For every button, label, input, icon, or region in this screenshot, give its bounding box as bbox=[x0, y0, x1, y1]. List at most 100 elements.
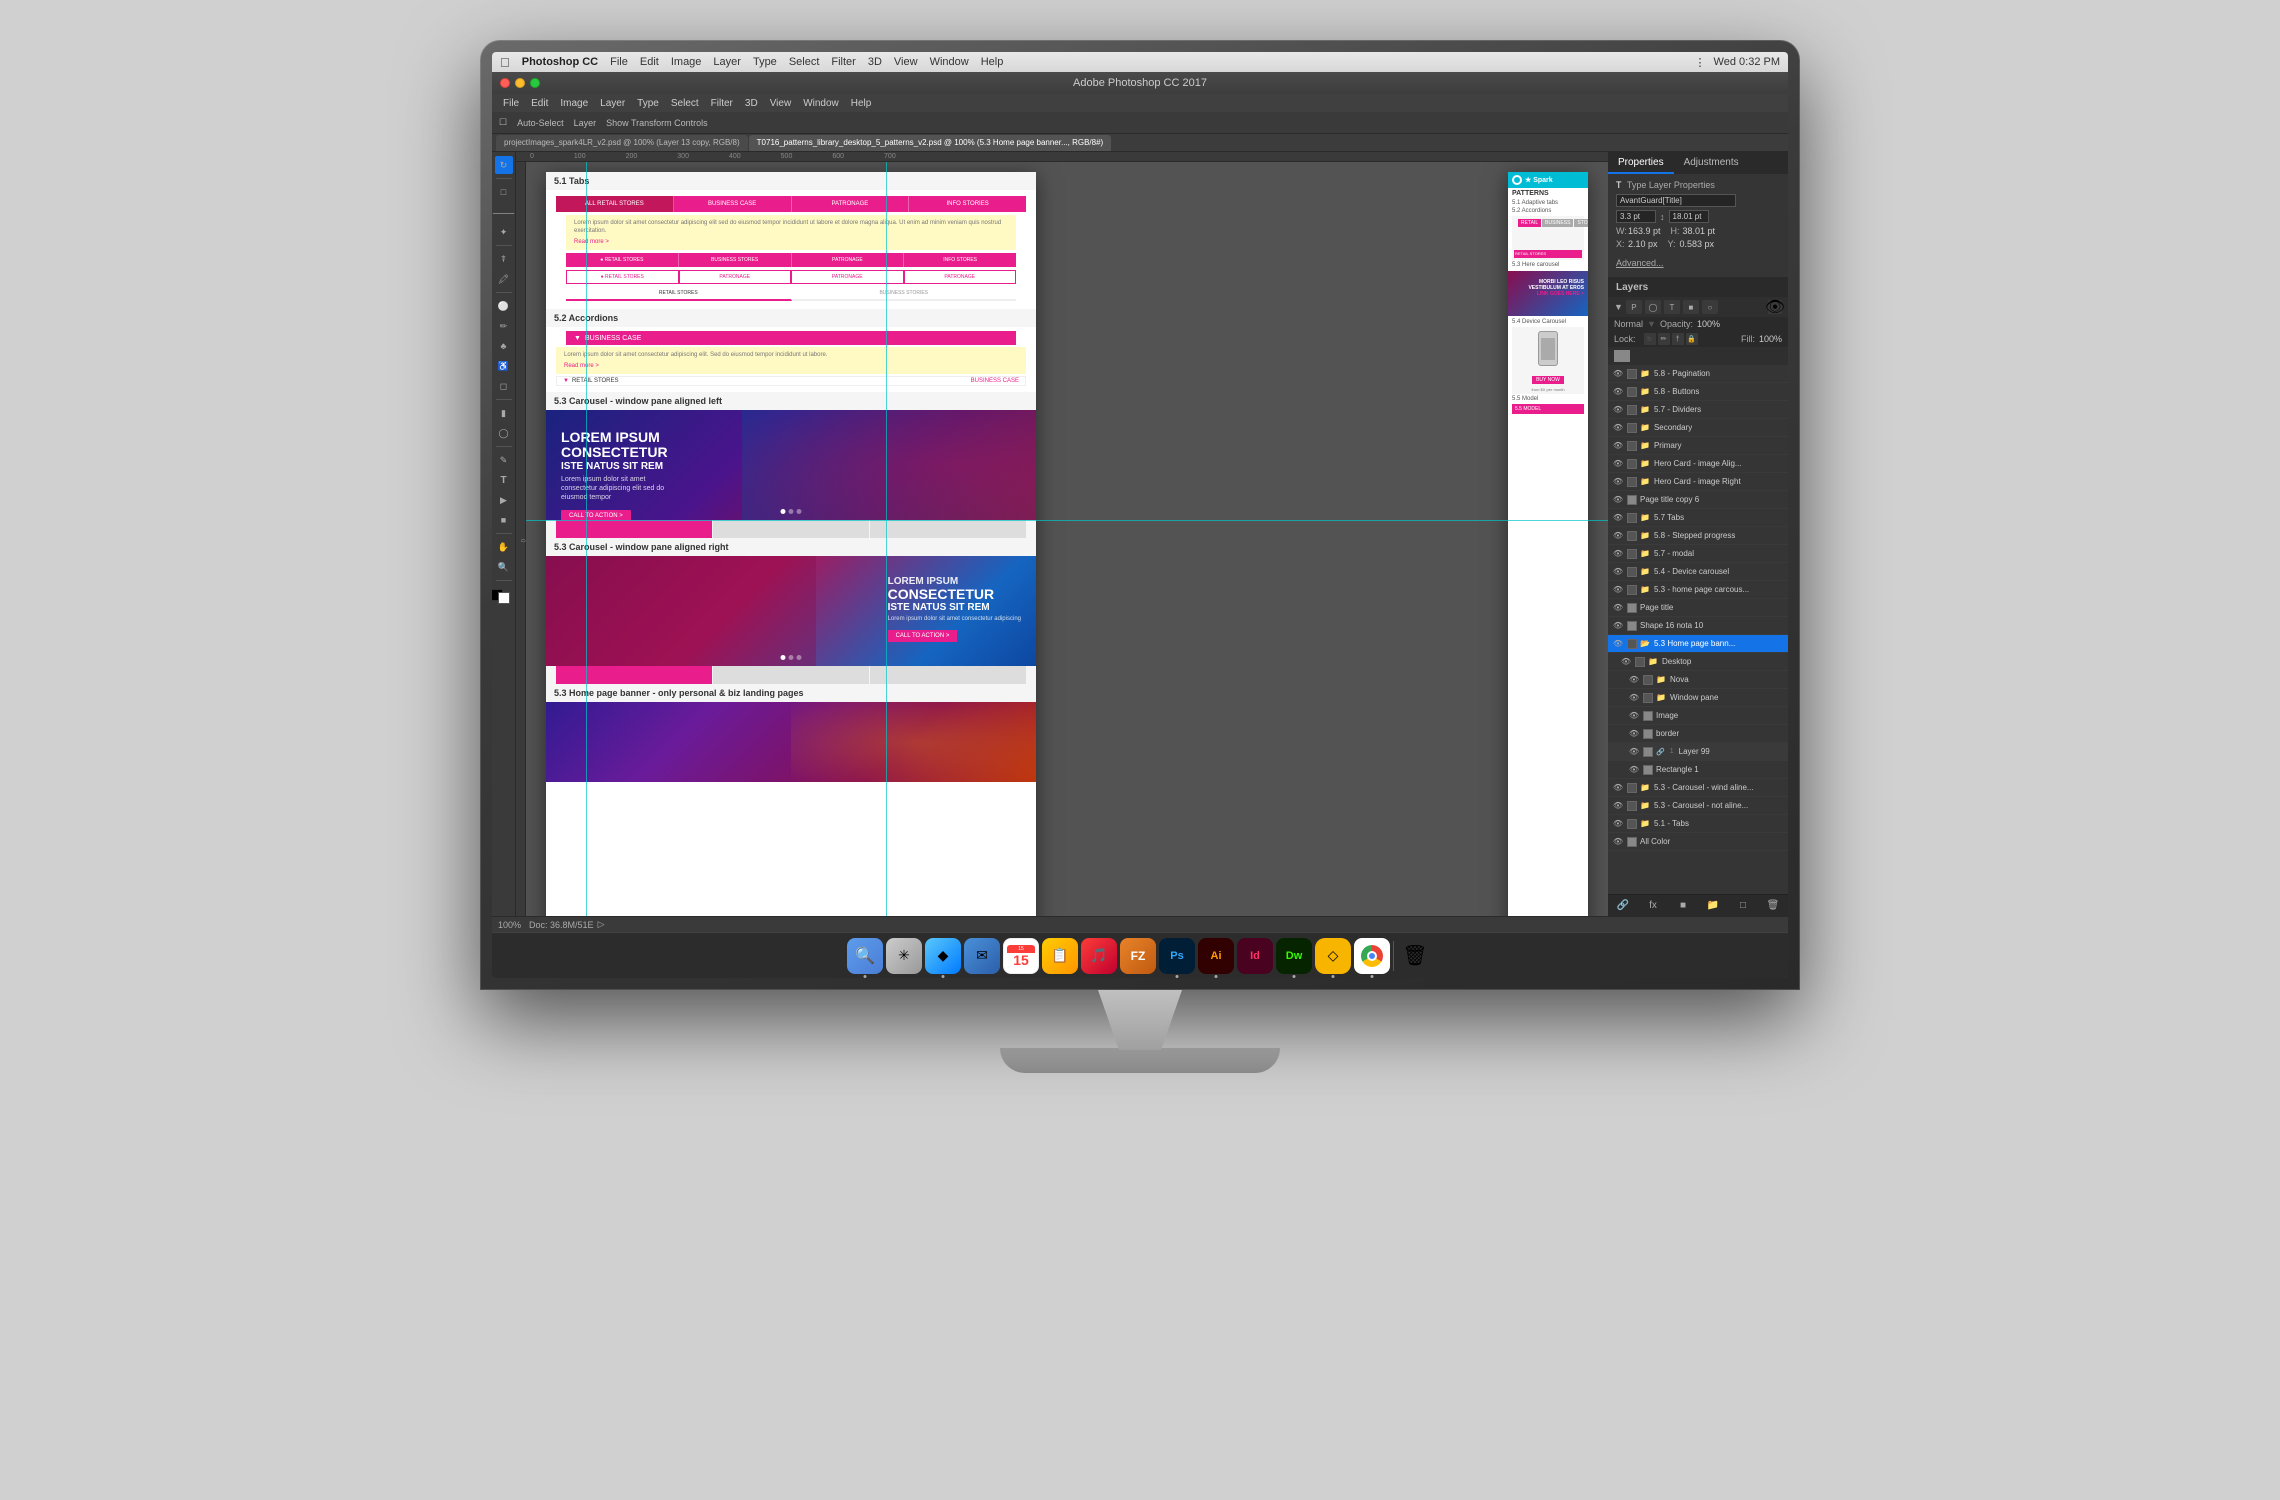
layer-53-wind-aline[interactable]: 👁 📁 5.3 - Carousel - wind aline... bbox=[1608, 779, 1788, 797]
lock-position-btn[interactable]: † bbox=[1672, 333, 1684, 345]
ps-canvas-area[interactable]: 0 100 200 300 400 500 600 700 bbox=[516, 152, 1608, 916]
layer-54-device[interactable]: 👁 📁 5.4 - Device carousel bbox=[1608, 563, 1788, 581]
tool-hand[interactable]: ✋ bbox=[495, 538, 513, 556]
leading-input[interactable] bbox=[1669, 210, 1709, 223]
dock-indesign[interactable]: Id bbox=[1237, 938, 1273, 974]
filter-type-btn[interactable]: T bbox=[1664, 300, 1680, 314]
dock-illustrator[interactable]: Ai bbox=[1198, 938, 1234, 974]
ps-menu-layer[interactable]: Layer bbox=[595, 94, 630, 112]
accordion-header-1[interactable]: ▼ BUSINESS CASE bbox=[566, 331, 1016, 345]
ps-menu-edit[interactable]: Edit bbox=[526, 94, 553, 112]
menu-select[interactable]: Select bbox=[789, 56, 820, 68]
layer-51-tabs[interactable]: 👁 📁 5.1 - Tabs bbox=[1608, 815, 1788, 833]
tool-wand[interactable]: ✦ bbox=[495, 223, 513, 241]
menu-image[interactable]: Image bbox=[671, 56, 702, 68]
minimize-button[interactable] bbox=[515, 78, 525, 88]
menu-file[interactable]: File bbox=[610, 56, 628, 68]
ps-menu-select[interactable]: Select bbox=[666, 94, 704, 112]
layer-dividers[interactable]: 👁 📁 5.7 - Dividers bbox=[1608, 401, 1788, 419]
ps-menu-window[interactable]: Window bbox=[798, 94, 844, 112]
layer-nova[interactable]: 👁 📁 Nova bbox=[1608, 671, 1788, 689]
ps-menu-help[interactable]: Help bbox=[846, 94, 877, 112]
layer-99[interactable]: 👁 🔗 1 Layer 99 bbox=[1608, 743, 1788, 761]
canvas-scroll-area[interactable]: 5.1 Tabs ALL RETAIL STORES BUSINESS CASE bbox=[526, 162, 1608, 916]
layer-rect1[interactable]: 👁 Rectangle 1 bbox=[1608, 761, 1788, 779]
dock-photoshop[interactable]: Ps bbox=[1159, 938, 1195, 974]
opacity-value[interactable]: 100% bbox=[1697, 319, 1720, 329]
dock-dreamweaver[interactable]: Dw bbox=[1276, 938, 1312, 974]
ps-menu-filter[interactable]: Filter bbox=[706, 94, 738, 112]
font-input[interactable] bbox=[1616, 194, 1736, 207]
tab-patterns[interactable]: T0716_patterns_library_desktop_5_pattern… bbox=[749, 135, 1112, 151]
tool-crop[interactable]: ⍒ bbox=[495, 250, 513, 268]
ps-menu-file[interactable]: File bbox=[498, 94, 524, 112]
dock-safari[interactable]: ◆ bbox=[925, 938, 961, 974]
advanced-link[interactable]: Advanced... bbox=[1616, 258, 1664, 268]
menu-help[interactable]: Help bbox=[981, 56, 1004, 68]
apple-icon[interactable]:  bbox=[500, 55, 510, 70]
tool-zoom[interactable]: 🔍 bbox=[495, 558, 513, 576]
lock-image-btn[interactable]: ✏ bbox=[1658, 333, 1670, 345]
lock-all-btn[interactable]: 🔒 bbox=[1686, 333, 1698, 345]
tab-business[interactable]: BUSINESS CASE bbox=[674, 196, 792, 212]
tool-history[interactable]: ♿ bbox=[495, 357, 513, 375]
dock-finder[interactable]: 🔍 bbox=[847, 938, 883, 974]
fill-value[interactable]: 100% bbox=[1759, 334, 1782, 344]
layer-page-title[interactable]: 👁 Page title bbox=[1608, 599, 1788, 617]
layer-53-carousel[interactable]: 👁 📁 5.3 - home page carcous... bbox=[1608, 581, 1788, 599]
link-layers-btn[interactable]: 🔗 bbox=[1615, 898, 1631, 914]
background-color[interactable] bbox=[498, 592, 510, 604]
menu-layer[interactable]: Layer bbox=[713, 56, 741, 68]
tab-projectimages[interactable]: projectImages_spark4LR_v2.psd @ 100% (La… bbox=[496, 135, 748, 151]
delete-layer-btn[interactable]: 🗑 bbox=[1765, 898, 1781, 914]
carousel-cta-left[interactable]: CALL TO ACTION > bbox=[561, 510, 631, 520]
filter-adj-btn[interactable]: ◯ bbox=[1645, 300, 1661, 314]
layer-pagination[interactable]: 👁 📁 5.8 - Pagination bbox=[1608, 365, 1788, 383]
tool-clone[interactable]: ♣ bbox=[495, 337, 513, 355]
layer-57-tabs[interactable]: 👁 📁 5.7 Tabs bbox=[1608, 509, 1788, 527]
tab-all-retail[interactable]: ALL RETAIL STORES bbox=[556, 196, 674, 212]
dock-mail[interactable]: ✉ bbox=[964, 938, 1000, 974]
layer-border[interactable]: 👁 border bbox=[1608, 725, 1788, 743]
dock-notes[interactable]: 📋 bbox=[1042, 938, 1078, 974]
menu-window[interactable]: Window bbox=[930, 56, 969, 68]
layer-57-modal[interactable]: 👁 📁 5.7 - modal bbox=[1608, 545, 1788, 563]
layer-53-home-banner[interactable]: 👁 📂 5.3 Home page bann... bbox=[1608, 635, 1788, 653]
tool-eraser[interactable]: ◻ bbox=[495, 377, 513, 395]
new-group-btn[interactable]: 📁 bbox=[1705, 898, 1721, 914]
ps-menu-image[interactable]: Image bbox=[555, 94, 593, 112]
tab-info[interactable]: INFO STORIES bbox=[909, 196, 1026, 212]
filter-smart-btn[interactable]: ○ bbox=[1702, 300, 1718, 314]
close-button[interactable] bbox=[500, 78, 510, 88]
tool-brush[interactable]: ✏ bbox=[495, 317, 513, 335]
tool-gradient[interactable]: ▮ bbox=[495, 404, 513, 422]
menu-view[interactable]: View bbox=[894, 56, 918, 68]
layer-shape16[interactable]: 👁 Shape 16 nota 10 bbox=[1608, 617, 1788, 635]
layer-visibility-toggle[interactable]: 👁 bbox=[1768, 300, 1782, 314]
filter-shape-btn[interactable]: ■ bbox=[1683, 300, 1699, 314]
add-mask-btn[interactable]: ■ bbox=[1675, 898, 1691, 914]
layer-window-pane[interactable]: 👁 📁 Window pane bbox=[1608, 689, 1788, 707]
carousel-cta-right[interactable]: CALL TO ACTION > bbox=[888, 630, 958, 642]
new-layer-btn[interactable]: □ bbox=[1735, 898, 1751, 914]
layer-hero-card-alig[interactable]: 👁 📁 Hero Card - image Alig... bbox=[1608, 455, 1788, 473]
auto-select-text[interactable]: Auto-Select bbox=[514, 118, 567, 128]
tab-properties[interactable]: Properties bbox=[1608, 152, 1674, 174]
dock-chrome[interactable] bbox=[1354, 938, 1390, 974]
dock-trash[interactable]: 🗑 bbox=[1397, 938, 1433, 974]
accordion-header-2[interactable]: ▼ RETAIL STORES BUSINESS CASE bbox=[556, 376, 1026, 386]
eye-icon[interactable]: 👁 bbox=[1612, 368, 1624, 380]
tool-shape[interactable]: ■ bbox=[495, 511, 513, 529]
layer-53-not-aline[interactable]: 👁 📁 5.3 - Carousel - not aline... bbox=[1608, 797, 1788, 815]
filter-pixel-btn[interactable]: P bbox=[1626, 300, 1642, 314]
layer-dropdown[interactable]: Layer bbox=[571, 118, 600, 128]
tool-marquee[interactable]: □ bbox=[495, 183, 513, 201]
tool-dodge[interactable]: ◯ bbox=[495, 424, 513, 442]
ps-menu-3d[interactable]: 3D bbox=[740, 94, 763, 112]
menu-filter[interactable]: Filter bbox=[831, 56, 855, 68]
layer-desktop[interactable]: 👁 📁 Desktop bbox=[1608, 653, 1788, 671]
menu-3d[interactable]: 3D bbox=[868, 56, 882, 68]
layer-page-title-copy[interactable]: 👁 Page title copy 6 bbox=[1608, 491, 1788, 509]
layer-primary[interactable]: 👁 📁 Primary bbox=[1608, 437, 1788, 455]
lock-transparent-btn[interactable]: ◾ bbox=[1644, 333, 1656, 345]
